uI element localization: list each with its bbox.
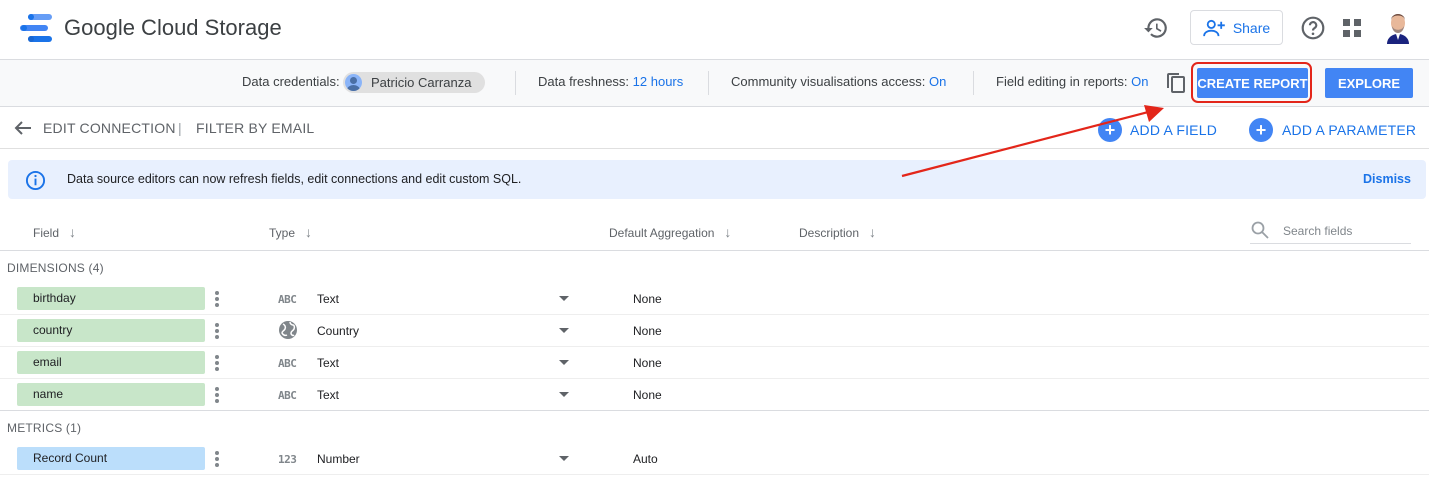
more-vert-icon[interactable] bbox=[214, 289, 220, 309]
highlight-annotation bbox=[1191, 62, 1312, 103]
column-header-aggregation[interactable]: Default Aggregation ↓ bbox=[609, 224, 731, 240]
aggregation-value[interactable]: None bbox=[633, 356, 662, 370]
annotation-arrow bbox=[901, 105, 1164, 178]
community-label: Community visualisations access: bbox=[731, 74, 926, 89]
metrics-label: METRICS (1) bbox=[7, 421, 82, 435]
dropdown-arrow-icon[interactable] bbox=[559, 392, 569, 397]
divider bbox=[0, 250, 1429, 251]
type-value[interactable]: Country bbox=[317, 324, 359, 338]
row-divider bbox=[0, 474, 1429, 475]
dropdown-arrow-icon[interactable] bbox=[559, 456, 569, 461]
dimensions-label: DIMENSIONS (4) bbox=[7, 261, 104, 275]
freshness-value[interactable]: 12 hours bbox=[633, 74, 684, 89]
field-editing-label: Field editing in reports: bbox=[996, 74, 1128, 89]
more-vert-icon[interactable] bbox=[214, 449, 220, 469]
field-editing-setting[interactable]: Field editing in reports: On bbox=[996, 74, 1148, 90]
field-pill[interactable]: name bbox=[17, 383, 205, 406]
aggregation-value[interactable]: None bbox=[633, 388, 662, 402]
credentials-user: Patricio Carranza bbox=[371, 75, 472, 90]
dropdown-arrow-icon[interactable] bbox=[559, 296, 569, 301]
column-header-field[interactable]: Field ↓ bbox=[33, 224, 76, 240]
type-value[interactable]: Number bbox=[317, 452, 360, 466]
sort-arrow-icon: ↓ bbox=[69, 224, 77, 240]
user-icon bbox=[345, 74, 362, 91]
edit-connection-link[interactable]: EDIT CONNECTION bbox=[43, 120, 176, 136]
add-parameter-button[interactable]: ADD A PARAMETER bbox=[1282, 122, 1416, 138]
text-type-icon: ABC bbox=[278, 357, 297, 370]
search-underline bbox=[1250, 243, 1411, 244]
add-person-icon bbox=[1203, 19, 1225, 36]
globe-icon bbox=[279, 321, 297, 339]
field-pill[interactable]: email bbox=[17, 351, 205, 374]
filter-by-email-link[interactable]: FILTER BY EMAIL bbox=[196, 120, 314, 136]
user-avatar[interactable] bbox=[1384, 12, 1412, 44]
row-divider bbox=[0, 346, 1429, 347]
community-value[interactable]: On bbox=[929, 74, 946, 89]
aggregation-value[interactable]: Auto bbox=[633, 452, 658, 466]
column-header-type[interactable]: Type ↓ bbox=[269, 224, 312, 240]
row-divider bbox=[0, 378, 1429, 379]
credentials-label: Data credentials: bbox=[242, 74, 340, 89]
field-editing-value[interactable]: On bbox=[1131, 74, 1148, 89]
field-pill[interactable]: Record Count bbox=[17, 447, 205, 470]
more-vert-icon[interactable] bbox=[214, 353, 220, 373]
sort-arrow-icon: ↓ bbox=[305, 224, 313, 240]
divider bbox=[0, 410, 1429, 411]
aggregation-value[interactable]: None bbox=[633, 292, 662, 306]
text-type-icon: ABC bbox=[278, 293, 297, 306]
row-divider bbox=[0, 314, 1429, 315]
more-vert-icon[interactable] bbox=[214, 385, 220, 405]
text-type-icon: ABC bbox=[278, 389, 297, 402]
history-icon[interactable] bbox=[1143, 15, 1169, 41]
page-title: Google Cloud Storage bbox=[64, 15, 282, 40]
field-pill[interactable]: birthday bbox=[17, 287, 205, 310]
explore-button[interactable]: EXPLORE bbox=[1325, 68, 1413, 98]
divider bbox=[708, 71, 709, 95]
more-vert-icon[interactable] bbox=[214, 321, 220, 341]
type-value[interactable]: Text bbox=[317, 292, 339, 306]
data-studio-logo bbox=[20, 14, 52, 42]
nav-separator: | bbox=[178, 120, 182, 136]
info-icon bbox=[25, 170, 46, 191]
dropdown-arrow-icon[interactable] bbox=[559, 328, 569, 333]
dropdown-arrow-icon[interactable] bbox=[559, 360, 569, 365]
apps-grid-icon[interactable] bbox=[1343, 19, 1361, 37]
share-label: Share bbox=[1232, 19, 1271, 36]
copy-icon[interactable] bbox=[1166, 72, 1186, 94]
share-button[interactable]: Share bbox=[1190, 10, 1283, 45]
column-header-description[interactable]: Description ↓ bbox=[799, 224, 876, 240]
credentials-user-chip[interactable]: Patricio Carranza bbox=[343, 72, 485, 93]
type-value[interactable]: Text bbox=[317, 388, 339, 402]
divider bbox=[0, 148, 1429, 149]
back-arrow-icon[interactable] bbox=[14, 120, 32, 136]
sort-arrow-icon: ↓ bbox=[869, 224, 877, 240]
sort-arrow-icon: ↓ bbox=[724, 224, 732, 240]
search-input[interactable]: Search fields bbox=[1283, 224, 1352, 238]
freshness-setting[interactable]: Data freshness: 12 hours bbox=[538, 74, 683, 90]
freshness-label: Data freshness: bbox=[538, 74, 630, 89]
add-parameter-icon[interactable]: + bbox=[1249, 118, 1273, 142]
field-pill[interactable]: country bbox=[17, 319, 205, 342]
number-type-icon: 123 bbox=[278, 453, 297, 466]
dismiss-button[interactable]: Dismiss bbox=[1363, 172, 1411, 186]
type-value[interactable]: Text bbox=[317, 356, 339, 370]
banner-text: Data source editors can now refresh fiel… bbox=[67, 172, 522, 186]
aggregation-value[interactable]: None bbox=[633, 324, 662, 338]
divider bbox=[515, 71, 516, 95]
help-icon[interactable] bbox=[1300, 15, 1326, 41]
search-icon bbox=[1251, 221, 1269, 239]
community-setting[interactable]: Community visualisations access: On bbox=[731, 74, 946, 90]
divider bbox=[973, 71, 974, 95]
